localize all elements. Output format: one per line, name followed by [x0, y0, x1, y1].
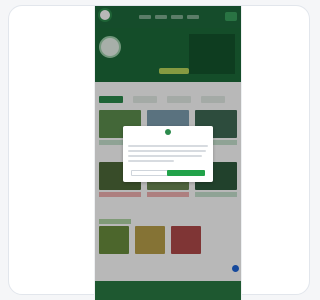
modal-text-line: [128, 160, 174, 162]
accept-button[interactable]: [167, 170, 205, 176]
modal-text-line: [128, 150, 206, 152]
cookie-consent-modal: [123, 126, 213, 182]
soccer-ball-logo-icon: [165, 129, 171, 135]
mobile-page-preview: [94, 6, 242, 300]
decline-button[interactable]: [131, 170, 169, 176]
modal-text-line: [128, 145, 208, 147]
modal-text-line: [128, 155, 202, 157]
